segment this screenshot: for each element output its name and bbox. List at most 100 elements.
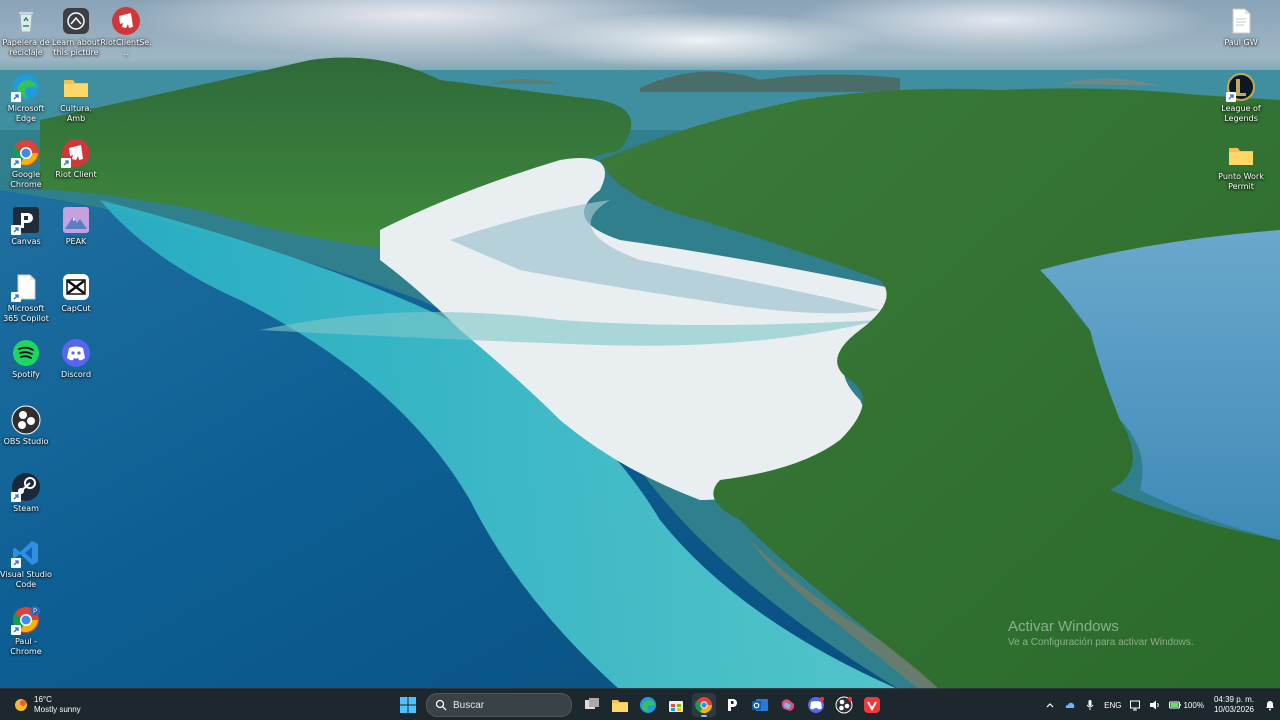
- taskbar-search[interactable]: Buscar: [426, 693, 572, 717]
- desktop-icon-label: League of Legends: [1221, 104, 1261, 123]
- task-view-icon: [585, 698, 599, 709]
- desktop-icon-label: Learn about this picture: [52, 38, 100, 57]
- riot-icon: [111, 6, 141, 36]
- taskbar-outlook[interactable]: [748, 693, 772, 717]
- desktop-icon-cultura-amb[interactable]: Cultura. Amb: [50, 72, 102, 124]
- outlook-icon: [752, 699, 768, 711]
- cloud-icon: [1065, 702, 1075, 708]
- show-hidden-icons-button[interactable]: [1044, 699, 1056, 711]
- weather-widget[interactable]: 16°C Mostly sunny: [12, 693, 81, 717]
- shortcut-arrow-icon: [11, 292, 21, 302]
- watermark-title: Activar Windows: [1008, 618, 1119, 635]
- steam-icon: [11, 472, 41, 502]
- shortcut-arrow-icon: [61, 158, 71, 168]
- taskbar-edge[interactable]: [636, 693, 660, 717]
- taskbar-discord[interactable]: [804, 693, 828, 717]
- notification-button[interactable]: [1264, 699, 1276, 711]
- recycle-bin-icon: [11, 6, 41, 36]
- tray-onedrive[interactable]: [1064, 699, 1076, 711]
- task-view-button[interactable]: [580, 693, 604, 717]
- canvas-icon: [11, 205, 41, 235]
- desktop-icon-label: OBS Studio: [3, 437, 49, 446]
- taskbar-store[interactable]: [664, 693, 688, 717]
- taskbar-obs[interactable]: [832, 693, 856, 717]
- folder-icon: [612, 700, 628, 712]
- language-indicator: ENG: [1104, 700, 1122, 710]
- desktop-icon-riot-client[interactable]: Riot Client: [50, 138, 102, 180]
- chrome-profile-icon: P: [11, 605, 41, 635]
- taskbar-vivaldi[interactable]: [860, 693, 884, 717]
- taskbar-apps: Buscar: [394, 693, 886, 717]
- taskbar-canvas[interactable]: [720, 693, 744, 717]
- league-icon: [1226, 72, 1256, 102]
- tray-microphone[interactable]: [1084, 699, 1096, 711]
- desktop-icon-steam[interactable]: Steam: [0, 472, 52, 514]
- learn-icon: [61, 6, 91, 36]
- tray-volume[interactable]: [1149, 699, 1161, 711]
- shortcut-arrow-icon: [1226, 92, 1236, 102]
- desktop-icon-recycle-bin[interactable]: Papelera de reciclaje: [0, 6, 52, 58]
- shortcut-arrow-icon: [11, 558, 21, 568]
- network-icon: [1130, 700, 1141, 711]
- desktop-icon-visual-studio-code[interactable]: Visual Studio Code: [0, 538, 52, 590]
- discord-icon: [61, 338, 91, 368]
- desktop-icon-label: Punto Work Permit: [1218, 172, 1264, 191]
- desktop-icon-punto-work-permit[interactable]: Punto Work Permit: [1215, 140, 1267, 192]
- weather-description: Mostly sunny: [34, 705, 81, 714]
- shortcut-arrow-icon: [11, 492, 21, 502]
- desktop-icon-spotify[interactable]: Spotify: [0, 338, 52, 380]
- chrome-icon: [695, 697, 713, 714]
- weather-sun-icon: [15, 699, 27, 711]
- speaker-icon: [1150, 700, 1160, 710]
- clock-date: 10/03/2026: [1213, 705, 1254, 714]
- search-icon: [435, 699, 447, 711]
- desktop-icon-label: Spotify: [12, 370, 40, 379]
- microsoft-365-icon: [781, 699, 795, 711]
- peak-icon: [61, 205, 91, 235]
- desktop-icon-google-chrome[interactable]: Google Chrome: [0, 138, 52, 190]
- tray-battery[interactable]: 100%: [1169, 699, 1204, 711]
- desktop-icon-league-of-legends[interactable]: League of Legends: [1215, 72, 1267, 124]
- spotify-icon: [11, 338, 41, 368]
- desktop-icon-label: Paul - Chrome: [10, 637, 42, 656]
- desktop-icon-discord[interactable]: Discord: [50, 338, 102, 380]
- search-placeholder: Buscar: [453, 699, 485, 711]
- taskbar-microsoft-365[interactable]: [776, 693, 800, 717]
- taskbar-clock[interactable]: 04:39 p. m. 10/03/2026: [1214, 695, 1254, 715]
- desktop-icon-paul-chrome[interactable]: P Paul - Chrome: [0, 605, 52, 657]
- desktop-icon-peak[interactable]: PEAK: [50, 205, 102, 247]
- desktop-icon-capcut[interactable]: CapCut: [50, 272, 102, 314]
- document-icon: [11, 272, 41, 302]
- shortcut-arrow-icon: [11, 625, 21, 635]
- tray-network[interactable]: [1129, 699, 1141, 711]
- shortcut-arrow-icon: [11, 92, 21, 102]
- taskbar-file-explorer[interactable]: [608, 693, 632, 717]
- taskbar-chrome[interactable]: [692, 693, 716, 717]
- shortcut-arrow-icon: [11, 158, 21, 168]
- desktop-icon-learn-about-this-picture[interactable]: Learn about this picture: [50, 6, 102, 58]
- desktop-icon-label: Canvas: [11, 237, 41, 246]
- desktop: Papelera de reciclaje Learn about this p…: [0, 0, 1280, 720]
- chrome-icon: [11, 138, 41, 168]
- desktop-icon-riot-client-services[interactable]: RiotClientSe...: [100, 6, 152, 58]
- desktop-icon-canvas[interactable]: Canvas: [0, 205, 52, 247]
- taskbar: 16°C Mostly sunny Buscar ENG 100% 04:39 …: [0, 688, 1280, 720]
- desktop-icon-microsoft-edge[interactable]: Microsoft Edge: [0, 72, 52, 124]
- desktop-icon-label: CapCut: [61, 304, 91, 313]
- svg-text:P: P: [33, 608, 37, 616]
- obs-icon: [11, 405, 41, 435]
- tray-language[interactable]: ENG: [1104, 701, 1121, 710]
- activation-watermark: Activar Windows Ve a Configuración para …: [1008, 618, 1194, 648]
- capcut-icon: [61, 272, 91, 302]
- desktop-icon-obs-studio[interactable]: OBS Studio: [0, 405, 52, 447]
- desktop-icon-label: Steam: [13, 504, 39, 513]
- desktop-icon-label: Google Chrome: [10, 170, 42, 189]
- desktop-icon-microsoft-365-copilot[interactable]: Microsoft 365 Copilot: [0, 272, 52, 324]
- desktop-icon-paul-gw[interactable]: Paul GW: [1215, 6, 1267, 48]
- obs-icon: [835, 696, 853, 714]
- chevron-up-icon: [1046, 703, 1054, 708]
- desktop-icon-label: Microsoft Edge: [7, 104, 45, 123]
- start-button[interactable]: [396, 693, 420, 717]
- desktop-icon-label: Microsoft 365 Copilot: [3, 304, 49, 323]
- folder-icon: [61, 72, 91, 102]
